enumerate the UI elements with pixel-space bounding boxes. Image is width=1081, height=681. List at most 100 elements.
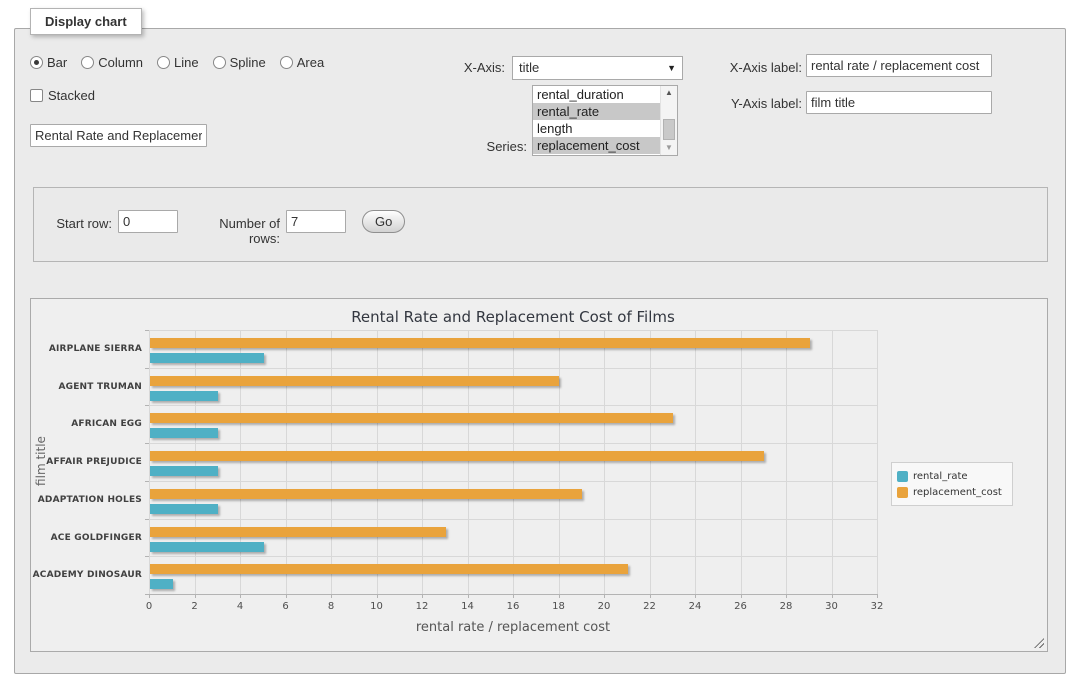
gridline-v [513, 330, 514, 594]
gridline-v [877, 330, 878, 594]
scrollbar-thumb[interactable] [663, 119, 675, 140]
gridline-v [377, 330, 378, 594]
xaxis-label-input[interactable] [806, 54, 992, 77]
category-label: AIRPLANE SIERRA [31, 343, 142, 355]
legend-label: rental_rate [913, 471, 968, 482]
bar-replacement_cost[interactable] [150, 527, 446, 537]
x-tick-label: 12 [404, 601, 440, 612]
gridline-h [149, 368, 877, 369]
series-options: rental_durationrental_ratelengthreplacem… [533, 86, 677, 154]
x-tick-label: 22 [632, 601, 668, 612]
radio-option-column[interactable]: Column [81, 55, 143, 70]
chart-title: Rental Rate and Replacement Cost of Film… [149, 308, 877, 326]
xaxis-select-value: title [519, 60, 539, 75]
legend-label: replacement_cost [913, 487, 1002, 498]
bar-replacement_cost[interactable] [150, 338, 810, 348]
series-option-rental_duration[interactable]: rental_duration [533, 86, 677, 103]
bar-replacement_cost[interactable] [150, 489, 582, 499]
x-axis-line [149, 594, 877, 595]
radio-icon[interactable] [157, 56, 170, 69]
go-button[interactable]: Go [362, 210, 405, 233]
gridline-v [286, 330, 287, 594]
gridline-v [832, 330, 833, 594]
num-rows-input[interactable] [286, 210, 346, 233]
gridline-v [468, 330, 469, 594]
xaxis-select[interactable]: title ▼ [512, 56, 683, 80]
series-option-rental_rate[interactable]: rental_rate [533, 103, 677, 120]
category-label: ACE GOLDFINGER [31, 532, 142, 544]
x-tick-label: 32 [859, 601, 895, 612]
legend-swatch [897, 471, 908, 482]
stacked-checkbox[interactable] [30, 89, 43, 102]
x-tick-label: 10 [359, 601, 395, 612]
series-select-label: Series: [427, 139, 527, 154]
series-option-replacement_cost[interactable]: replacement_cost [533, 137, 677, 154]
y-tick [145, 443, 149, 444]
x-tick-label: 14 [450, 601, 486, 612]
bar-rental_rate[interactable] [150, 504, 218, 514]
gridline-h [149, 519, 877, 520]
gridline-v [331, 330, 332, 594]
series-scrollbar[interactable]: ▲ ▼ [660, 86, 677, 155]
yaxis-label-input[interactable] [806, 91, 992, 114]
panel-title: Display chart [30, 8, 142, 35]
radio-option-bar[interactable]: Bar [30, 55, 67, 70]
series-option-length[interactable]: length [533, 120, 677, 137]
bar-replacement_cost[interactable] [150, 451, 764, 461]
chart-type-radio-group: Bar Column Line Spline Area [30, 55, 332, 70]
x-tick-label: 6 [268, 601, 304, 612]
start-row-input[interactable] [118, 210, 178, 233]
legend-item-replacement_cost[interactable]: replacement_cost [897, 484, 1002, 500]
gridline-v [195, 330, 196, 594]
x-tick [877, 594, 878, 598]
radio-icon[interactable] [30, 56, 43, 69]
radio-icon[interactable] [81, 56, 94, 69]
x-axis-title: rental rate / replacement cost [149, 620, 877, 635]
bar-rental_rate[interactable] [150, 579, 173, 589]
series-multiselect[interactable]: rental_durationrental_ratelengthreplacem… [532, 85, 678, 156]
num-rows-label: Number of rows: [185, 216, 280, 246]
bar-rental_rate[interactable] [150, 391, 218, 401]
resize-handle[interactable] [1034, 638, 1044, 648]
scroll-up-icon[interactable]: ▲ [661, 88, 677, 98]
x-tick-label: 28 [768, 601, 804, 612]
gridline-v [650, 330, 651, 594]
radio-label: Area [297, 55, 324, 70]
stacked-row: Stacked [30, 88, 95, 103]
category-label: ACADEMY DINOSAUR [31, 569, 142, 581]
category-label: AGENT TRUMAN [31, 381, 142, 393]
x-tick-label: 4 [222, 601, 258, 612]
bar-rental_rate[interactable] [150, 428, 218, 438]
radio-option-spline[interactable]: Spline [213, 55, 266, 70]
bar-rental_rate[interactable] [150, 466, 218, 476]
gridline-h [149, 405, 877, 406]
y-tick [145, 368, 149, 369]
bar-rental_rate[interactable] [150, 542, 264, 552]
gridline-v [741, 330, 742, 594]
gridline-v [604, 330, 605, 594]
start-row-label: Start row: [17, 216, 112, 231]
radio-option-area[interactable]: Area [280, 55, 324, 70]
radio-icon[interactable] [213, 56, 226, 69]
stacked-label: Stacked [48, 88, 95, 103]
x-tick-label: 0 [131, 601, 167, 612]
gridline-v [786, 330, 787, 594]
bar-replacement_cost[interactable] [150, 413, 673, 423]
legend-item-rental_rate[interactable]: rental_rate [897, 468, 1002, 484]
radio-option-line[interactable]: Line [157, 55, 199, 70]
y-axis-title: film title [34, 401, 48, 521]
bar-replacement_cost[interactable] [150, 376, 559, 386]
x-tick-label: 16 [495, 601, 531, 612]
radio-icon[interactable] [280, 56, 293, 69]
bar-replacement_cost[interactable] [150, 564, 628, 574]
bar-rental_rate[interactable] [150, 353, 264, 363]
x-tick-label: 8 [313, 601, 349, 612]
bar-chart: Rental Rate and Replacement Cost of Film… [30, 298, 1048, 652]
xaxis-label-label: X-Axis label: [702, 60, 802, 75]
y-tick [145, 519, 149, 520]
x-tick-label: 18 [541, 601, 577, 612]
chart-title-input[interactable] [30, 124, 207, 147]
gridline-v [240, 330, 241, 594]
scroll-down-icon[interactable]: ▼ [661, 143, 677, 153]
yaxis-label-label: Y-Axis label: [702, 96, 802, 111]
